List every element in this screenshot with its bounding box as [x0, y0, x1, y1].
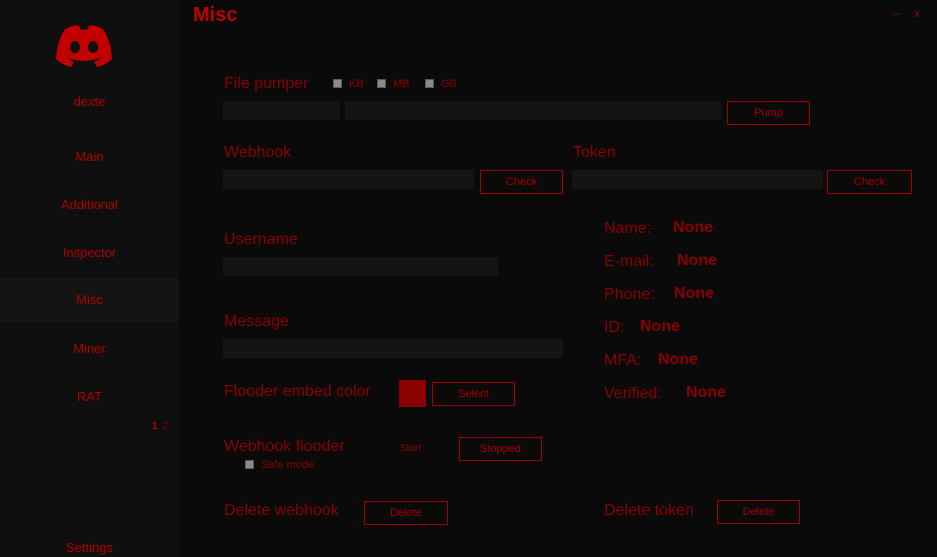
info-verified-value: None [686, 384, 726, 401]
sidebar-item-inspector[interactable]: Inspector [0, 245, 179, 260]
delete-webhook-button[interactable]: Delete [364, 501, 448, 525]
info-mfa-label: MFA: [604, 352, 642, 369]
select-color-button[interactable]: Select [432, 382, 515, 406]
pump-button[interactable]: Pump [727, 101, 810, 125]
token-check-button[interactable]: Check [827, 170, 912, 194]
safe-mode-checkbox[interactable] [245, 460, 254, 469]
page-title: Misc [193, 4, 238, 26]
mb-label: MB [393, 78, 410, 90]
close-button[interactable]: x [914, 6, 920, 20]
sidebar-item-main[interactable]: Main [0, 149, 179, 164]
info-email-value: None [677, 252, 717, 269]
info-mfa-value: None [658, 351, 698, 368]
minimize-button[interactable]: – [893, 6, 900, 20]
page-1-link[interactable]: 1 [152, 421, 158, 432]
info-phone-value: None [674, 285, 714, 302]
delete-token-button[interactable]: Delete [717, 500, 800, 524]
flooder-start-button[interactable]: Start [400, 443, 421, 454]
username-field-label: Username [224, 231, 298, 248]
mb-checkbox[interactable] [377, 79, 386, 88]
sidebar-item-additional[interactable]: Additional [0, 197, 179, 212]
embed-color-label: Flooder embed color [224, 383, 371, 400]
message-label: Message [224, 313, 289, 330]
info-phone-label: Phone: [604, 286, 655, 303]
token-label: Token [573, 144, 616, 161]
webhook-flooder-label: Webhook flooder [224, 438, 345, 455]
safe-mode-label: Safe mode [261, 459, 315, 471]
webhook-check-button[interactable]: Check [480, 170, 563, 194]
sidebar-item-misc[interactable]: Misc [0, 278, 179, 322]
gb-checkbox[interactable] [425, 79, 434, 88]
kb-label: KB [349, 78, 364, 90]
sidebar-item-settings[interactable]: Settings [0, 540, 179, 555]
sidebar: dexte Main Additional Inspector Misc Min… [0, 0, 179, 557]
flooder-status-button[interactable]: Stopped [459, 437, 542, 461]
username-label: dexte [73, 94, 106, 109]
token-input[interactable] [572, 170, 823, 189]
info-verified-label: Verified: [604, 385, 662, 402]
file-size-input[interactable] [345, 101, 721, 120]
username-input[interactable] [223, 257, 498, 276]
delete-token-label: Delete token [604, 502, 694, 519]
sidebar-item-rat[interactable]: RAT [0, 389, 179, 404]
embed-color-swatch[interactable] [399, 380, 426, 407]
delete-webhook-label: Delete webhook [224, 502, 339, 519]
file-path-input[interactable] [223, 101, 340, 120]
kb-checkbox[interactable] [333, 79, 342, 88]
page-2-link[interactable]: 2 [162, 421, 168, 432]
info-email-label: E-mail: [604, 253, 654, 270]
info-name-label: Name: [604, 220, 652, 237]
webhook-label: Webhook [224, 144, 292, 161]
gb-label: GB [441, 78, 457, 90]
info-name-value: None [673, 219, 713, 236]
discord-logo-icon [53, 23, 115, 67]
info-id-value: None [640, 318, 680, 335]
sidebar-item-miner[interactable]: Miner [0, 341, 179, 356]
webhook-input[interactable] [223, 170, 474, 189]
file-pumper-label: File pumper [224, 75, 309, 92]
info-id-label: ID: [604, 319, 625, 336]
message-input[interactable] [223, 339, 563, 358]
page-selector: 1 2 [152, 421, 168, 432]
